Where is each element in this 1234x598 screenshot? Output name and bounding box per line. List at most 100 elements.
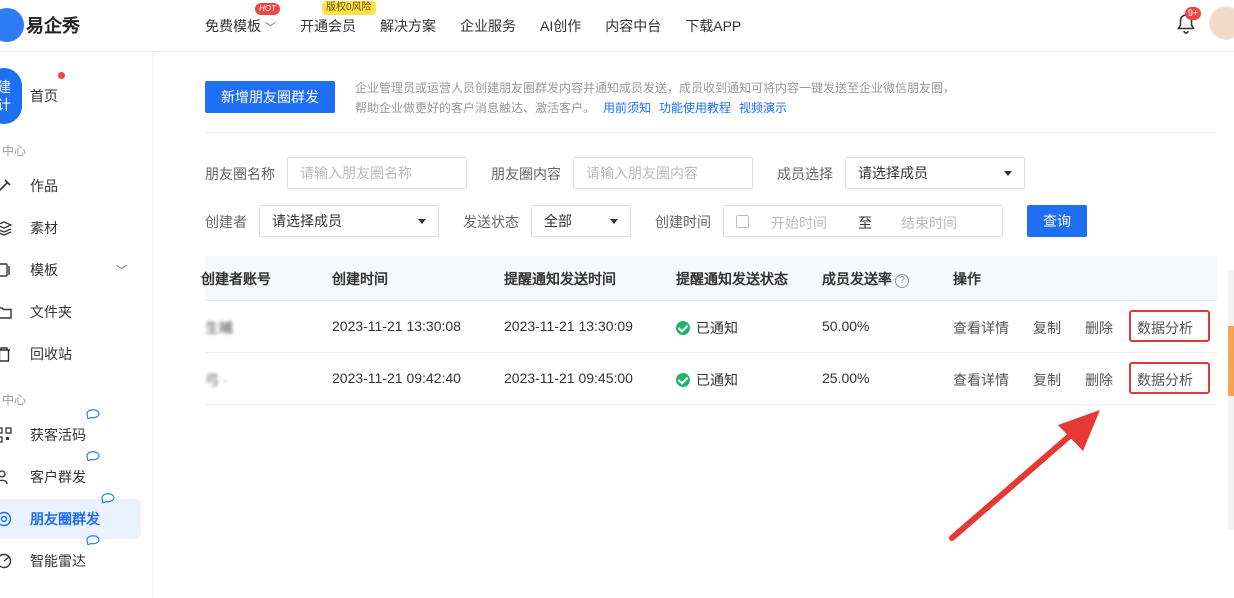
sidebar-item-label: 模板 [30,262,58,278]
creator-select[interactable]: 请选择成员 [259,205,439,237]
column-header: 提醒通知发送时间 [504,271,616,287]
divider [205,132,1217,133]
description-line: 帮助企业做更好的客户消息触达、激活客户。 [355,101,596,115]
trash-icon [0,347,10,362]
caret-down-icon [418,219,426,224]
feature-description: 企业管理员或运营人员创建朋友圈群发内容并通知成员发送，成员收到通知可将内容一键发… [355,78,975,118]
moments-content-label: 朋友圈内容 [491,166,561,182]
moments-content-input[interactable]: 请输入朋友圈内容 [573,157,753,189]
aperture-icon [0,511,12,527]
select-value: 请选择成员 [858,165,928,181]
sidebar-item-lead-code[interactable]: 获客活码 [0,409,153,455]
hot-badge: HOT [255,3,280,15]
logo-icon[interactable] [0,8,24,42]
notification-badge: 9+ [1185,7,1202,20]
nav-ai[interactable]: AI创作 [540,16,581,36]
customers-icon [0,470,8,485]
nav-content-hub[interactable]: 内容中台 [605,16,661,36]
help-icon[interactable]: ? [895,274,909,288]
sidebar-item-label: 文件夹 [30,304,72,320]
description-line: 企业管理员或运营人员创建朋友圈群发内容并通知成员发送，成员收到通知可将内容一键发… [355,81,956,95]
send-rate: 50.00% [822,318,870,334]
moments-name-input[interactable]: 请输入朋友圈名称 [287,157,467,189]
sidebar-item-label: 智能雷达 [30,553,86,569]
nav-solutions[interactable]: 解决方案 [380,16,436,36]
notify-status: 已通知 [676,370,738,390]
end-date-input[interactable]: 结束时间 [901,213,957,233]
sidebar-item-folder[interactable]: 文件夹 [0,292,153,332]
delete-link[interactable]: 删除 [1085,370,1113,390]
query-button[interactable]: 查询 [1027,205,1087,237]
date-range-picker[interactable]: 开始时间 至 结束时间 [723,205,1003,237]
nav-membership[interactable]: 开通会员 版权0风险 [300,1,376,36]
start-date-input[interactable]: 开始时间 [771,213,827,233]
sidebar-item-trash[interactable]: 回收站 [0,334,153,374]
creator-account: 生晡 [205,320,233,336]
notify-time: 2023-11-21 13:30:09 [504,318,633,334]
sidebar-item-label: 作品 [30,178,58,194]
select-value: 全部 [544,213,572,229]
range-separator: 至 [858,215,872,231]
delete-link[interactable]: 删除 [1085,318,1113,338]
sidebar-item-label: 素材 [30,220,58,236]
avatar[interactable] [1209,6,1234,40]
sidebar-item-templates[interactable]: 模板 ﹀ [0,250,153,290]
column-header: 创建时间 [332,271,388,287]
creator-label: 创建者 [205,214,247,230]
nav-free-templates[interactable]: 免费模板 ﹀ HOT [205,3,280,36]
status-text: 已通知 [696,320,738,336]
brush-icon [0,179,11,192]
calendar-icon [736,215,749,228]
sidebar-item-assets[interactable]: 素材 [0,208,153,248]
unread-dot [58,72,65,79]
chevron-down-icon: ﹀ [116,265,127,277]
radar-icon [0,553,12,569]
template-icon [0,263,10,277]
view-details-link[interactable]: 查看详情 [953,370,1009,390]
annotation-arrow-icon [949,410,1100,541]
member-select[interactable]: 请选择成员 [845,157,1025,189]
app-name[interactable]: 易企秀 [26,12,80,38]
section-title: 中心 [2,393,27,407]
created-time: 2023-11-21 13:30:08 [332,318,461,334]
caret-down-icon [610,219,618,224]
main-nav: 免费模板 ﹀ HOT 开通会员 版权0风险 解决方案 企业服务 AI创作 内容中台… [205,0,765,52]
chat-bubble-icon [86,535,100,545]
link-instructions[interactable]: 用前须知 [603,101,651,115]
side-panel-edge [1228,270,1234,530]
sidebar-item-works[interactable]: 作品 [0,166,153,206]
created-time: 2023-11-21 09:42:40 [332,370,461,386]
nav-label: 开通会员 [300,18,356,34]
send-rate: 25.00% [822,370,870,386]
chat-bubble-icon [86,451,100,461]
copy-link[interactable]: 复制 [1033,318,1061,338]
layers-icon [0,221,12,236]
copy-link[interactable]: 复制 [1033,370,1061,390]
header-label: 成员发送率 [822,271,892,287]
folder-icon [0,307,12,319]
highlight-box [1129,310,1210,342]
table-header: 创建者账号 创建时间 提醒通知发送时间 提醒通知发送状态 成员发送率? 操作 [201,256,1217,301]
nav-download-app[interactable]: 下载APP [685,16,741,36]
chat-bubble-icon [86,409,100,419]
sidebar-item-label: 回收站 [30,346,72,362]
link-video-demo[interactable]: 视频演示 [739,101,787,115]
sidebar-item-moments[interactable]: 朋友圈群发 [0,493,141,539]
check-circle-icon [676,321,690,335]
column-header: 成员发送率? [822,269,909,289]
sidebar-item-home[interactable]: 首页 [0,72,153,116]
add-moments-broadcast-button[interactable]: 新增朋友圈群发 [205,81,335,113]
nav-enterprise[interactable]: 企业服务 [460,16,516,36]
sidebar: 建计 首页 中心 作品 素材 模板 ﹀ 文件夹 回收站 中心 获客活码 客户群发… [0,52,153,598]
link-tutorial[interactable]: 功能使用教程 [659,101,731,115]
caret-down-icon [1004,171,1012,176]
view-details-link[interactable]: 查看详情 [953,318,1009,338]
sidebar-item-label: 获客活码 [30,427,86,443]
send-status-select[interactable]: 全部 [531,205,631,237]
sidebar-item-label: 朋友圈群发 [30,511,100,527]
sidebar-item-radar[interactable]: 智能雷达 [0,535,153,581]
member-select-label: 成员选择 [777,166,833,182]
sidebar-item-group-send[interactable]: 客户群发 [0,451,153,497]
table-row: 弓 · 2023-11-21 09:42:40 2023-11-21 09:45… [205,353,1217,405]
notify-time: 2023-11-21 09:45:00 [504,370,633,386]
